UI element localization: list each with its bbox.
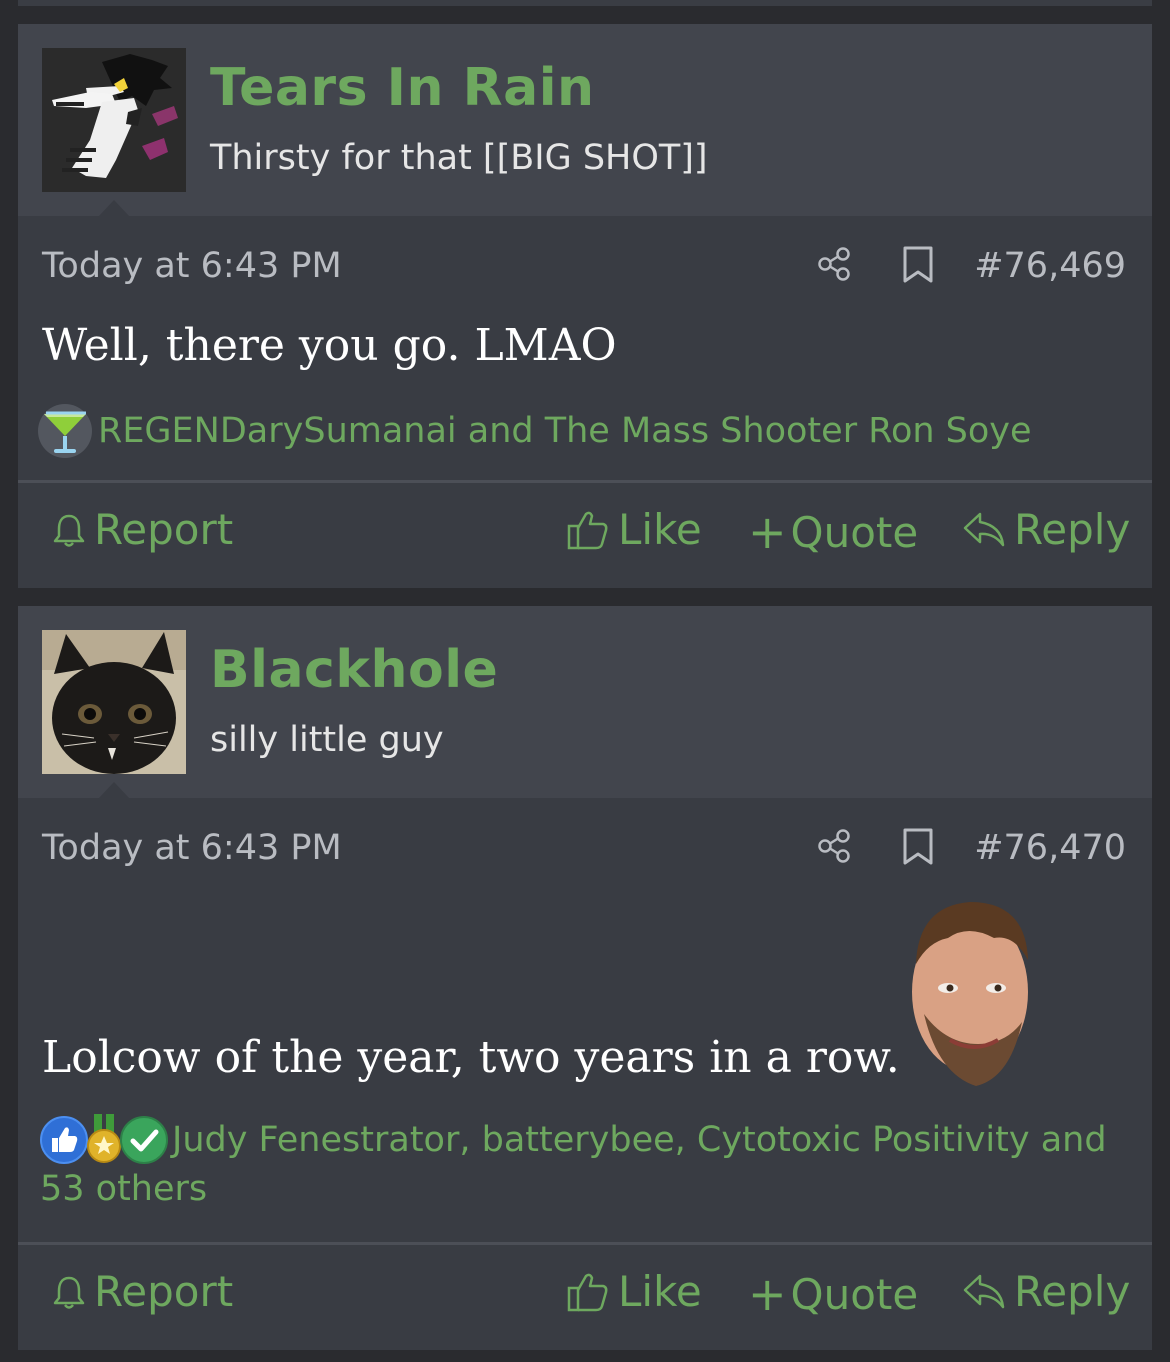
- post-meta: Today at 6:43 PM #76,470: [18, 798, 1152, 894]
- post-76470: Blackhole silly little guy Today at 6:43…: [18, 606, 1152, 1350]
- quote-button[interactable]: + Quote: [748, 505, 918, 559]
- avatar[interactable]: [42, 48, 186, 192]
- reply-arrow-icon: [963, 1274, 1005, 1308]
- face-emote-image: [912, 902, 1028, 1086]
- post-actions: Report Like + Quote Reply: [18, 480, 1152, 589]
- reply-label: Reply: [1014, 505, 1131, 554]
- username[interactable]: Tears In Rain: [210, 58, 595, 118]
- post-body: Well, there you go. LMAO: [42, 320, 617, 371]
- reply-arrow-icon: [963, 512, 1005, 546]
- post-76469: Tears In Rain Thirsty for that [[BIG SHO…: [18, 24, 1152, 588]
- reply-label: Reply: [1014, 1267, 1131, 1316]
- thumbs-up-outline-icon: [567, 511, 608, 549]
- reactions-text[interactable]: Judy Fenestrator, batterybee, Cytotoxic …: [172, 1115, 1107, 1165]
- previous-post-edge: [18, 0, 1152, 6]
- username[interactable]: Blackhole: [210, 640, 498, 700]
- reactions-text-more[interactable]: 53 others: [40, 1164, 1140, 1214]
- report-label: Report: [94, 1267, 234, 1316]
- cocktail-icon: [38, 404, 92, 458]
- avatar-black-cat: [42, 630, 186, 774]
- avatar[interactable]: [42, 630, 186, 774]
- user-title: Thirsty for that [[BIG SHOT]]: [210, 138, 708, 178]
- thumbs-up-outline-icon: [567, 1273, 608, 1311]
- bell-icon: [53, 1276, 85, 1309]
- bookmark-icon[interactable]: [902, 828, 934, 866]
- post-actions: Report Like + Quote Reply: [18, 1242, 1152, 1351]
- share-icon[interactable]: [816, 246, 852, 282]
- report-button[interactable]: Report: [52, 1267, 233, 1316]
- reply-button[interactable]: Reply: [962, 1267, 1130, 1316]
- quote-label: Quote: [790, 507, 919, 557]
- post-date[interactable]: Today at 6:43 PM: [42, 828, 342, 868]
- report-label: Report: [94, 505, 234, 554]
- plus-icon: +: [748, 505, 787, 559]
- like-button[interactable]: Like: [566, 505, 702, 554]
- reply-button[interactable]: Reply: [962, 505, 1130, 554]
- reactions-bar[interactable]: REGENDarySumanai and The Mass Shooter Ro…: [36, 404, 1032, 458]
- post-header: Tears In Rain Thirsty for that [[BIG SHO…: [18, 24, 1152, 217]
- share-icon[interactable]: [816, 828, 852, 864]
- avatar-pixel-art: [42, 48, 186, 192]
- quote-button[interactable]: + Quote: [748, 1267, 918, 1321]
- thumbs-up-icon: [40, 1116, 88, 1164]
- quote-label: Quote: [790, 1269, 919, 1319]
- like-button[interactable]: Like: [566, 1267, 702, 1316]
- post-date[interactable]: Today at 6:43 PM: [42, 246, 342, 286]
- plus-icon: +: [748, 1267, 787, 1321]
- check-icon: [120, 1116, 168, 1164]
- post-meta: Today at 6:43 PM #76,469: [18, 216, 1152, 312]
- post-header: Blackhole silly little guy: [18, 606, 1152, 799]
- bookmark-icon[interactable]: [902, 246, 934, 284]
- reactions-bar[interactable]: Judy Fenestrator, batterybee, Cytotoxic …: [40, 1114, 1140, 1214]
- report-button[interactable]: Report: [52, 505, 233, 554]
- like-label: Like: [618, 505, 702, 554]
- like-label: Like: [618, 1267, 702, 1316]
- post-number[interactable]: #76,470: [974, 828, 1126, 868]
- user-title: silly little guy: [210, 720, 444, 760]
- bell-icon: [53, 514, 85, 547]
- reactions-text[interactable]: REGENDarySumanai and The Mass Shooter Ro…: [98, 406, 1032, 456]
- post-body: Lolcow of the year, two years in a row.: [42, 1032, 900, 1083]
- post-number[interactable]: #76,469: [974, 246, 1126, 286]
